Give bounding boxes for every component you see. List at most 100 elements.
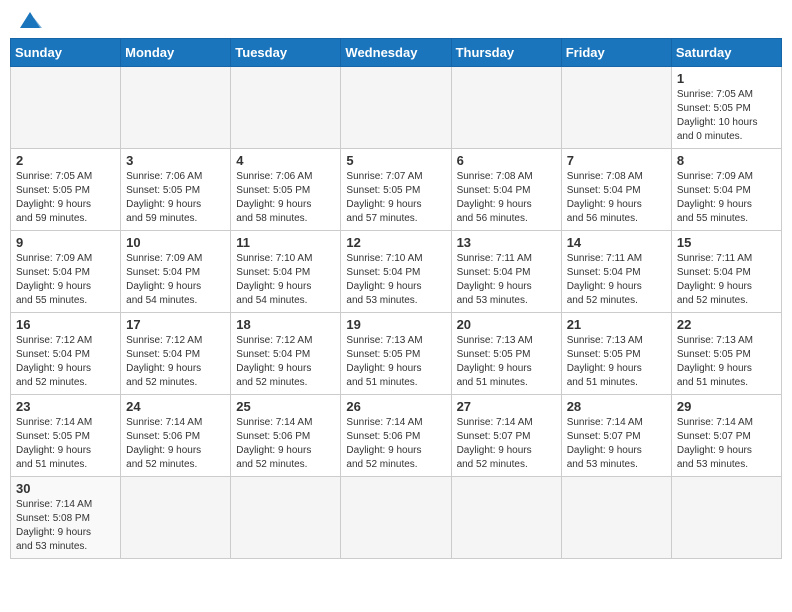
calendar-cell — [341, 477, 451, 559]
calendar-cell — [561, 67, 671, 149]
day-number: 4 — [236, 153, 335, 168]
day-number: 10 — [126, 235, 225, 250]
calendar-cell: 30Sunrise: 7:14 AMSunset: 5:08 PMDayligh… — [11, 477, 121, 559]
calendar: SundayMondayTuesdayWednesdayThursdayFrid… — [10, 38, 782, 559]
calendar-cell — [561, 477, 671, 559]
calendar-week-row: 1 Sunrise: 7:05 AMSunset: 5:05 PMDaylight… — [11, 67, 782, 149]
day-info: Sunrise: 7:12 AMSunset: 5:04 PMDaylight:… — [126, 334, 225, 390]
day-info: Sunrise: 7:11 AMSunset: 5:04 PMDaylight:… — [457, 252, 556, 308]
day-info: Sunrise: 7:06 AMSunset: 5:05 PMDaylight:… — [236, 170, 335, 226]
day-number: 14 — [567, 235, 666, 250]
day-info: Sunrise: 7:09 AMSunset: 5:04 PMDaylight:… — [16, 252, 115, 308]
weekday-header-sunday: Sunday — [11, 39, 121, 67]
day-number: 23 — [16, 399, 115, 414]
day-info: Sunrise: 7:05 AMSunset: 5:05 PMDaylight:… — [16, 170, 115, 226]
day-info: Sunrise: 7:14 AMSunset: 5:05 PMDaylight:… — [16, 416, 115, 472]
calendar-cell: 29 Sunrise: 7:14 AMSunset: 5:07 PMDayligh… — [671, 395, 781, 477]
day-info: Sunrise: 7:08 AMSunset: 5:04 PMDaylight:… — [457, 170, 556, 226]
calendar-week-row: 16Sunrise: 7:12 AMSunset: 5:04 PMDayligh… — [11, 313, 782, 395]
day-info: Sunrise: 7:12 AMSunset: 5:04 PMDaylight:… — [16, 334, 115, 390]
day-number: 2 — [16, 153, 115, 168]
day-number: 13 — [457, 235, 556, 250]
day-info: Sunrise: 7:11 AMSunset: 5:04 PMDaylight:… — [567, 252, 666, 308]
calendar-cell: 7 Sunrise: 7:08 AMSunset: 5:04 PMDaylight… — [561, 149, 671, 231]
calendar-cell: 20 Sunrise: 7:13 AMSunset: 5:05 PMDayligh… — [451, 313, 561, 395]
calendar-cell: 16Sunrise: 7:12 AMSunset: 5:04 PMDayligh… — [11, 313, 121, 395]
calendar-cell: 28Sunrise: 7:14 AMSunset: 5:07 PMDayligh… — [561, 395, 671, 477]
calendar-cell: 11Sunrise: 7:10 AMSunset: 5:04 PMDayligh… — [231, 231, 341, 313]
day-number: 20 — [457, 317, 556, 332]
calendar-header-row: SundayMondayTuesdayWednesdayThursdayFrid… — [11, 39, 782, 67]
day-info: Sunrise: 7:14 AMSunset: 5:06 PMDaylight:… — [236, 416, 335, 472]
day-number: 25 — [236, 399, 335, 414]
weekday-header-thursday: Thursday — [451, 39, 561, 67]
day-number: 12 — [346, 235, 445, 250]
header — [10, 10, 782, 30]
day-info: Sunrise: 7:08 AMSunset: 5:04 PMDaylight:… — [567, 170, 666, 226]
calendar-cell — [11, 67, 121, 149]
calendar-week-row: 2 Sunrise: 7:05 AMSunset: 5:05 PMDaylight… — [11, 149, 782, 231]
day-number: 15 — [677, 235, 776, 250]
calendar-cell: 14 Sunrise: 7:11 AMSunset: 5:04 PMDayligh… — [561, 231, 671, 313]
day-number: 29 — [677, 399, 776, 414]
day-info: Sunrise: 7:14 AMSunset: 5:07 PMDaylight:… — [677, 416, 776, 472]
weekday-header-monday: Monday — [121, 39, 231, 67]
calendar-cell — [231, 477, 341, 559]
calendar-cell — [121, 477, 231, 559]
logo — [14, 10, 44, 30]
calendar-week-row: 23 Sunrise: 7:14 AMSunset: 5:05 PMDayligh… — [11, 395, 782, 477]
day-info: Sunrise: 7:13 AMSunset: 5:05 PMDaylight:… — [457, 334, 556, 390]
calendar-cell: 25 Sunrise: 7:14 AMSunset: 5:06 PMDayligh… — [231, 395, 341, 477]
day-number: 3 — [126, 153, 225, 168]
day-info: Sunrise: 7:12 AMSunset: 5:04 PMDaylight:… — [236, 334, 335, 390]
day-info: Sunrise: 7:13 AMSunset: 5:05 PMDaylight:… — [567, 334, 666, 390]
day-number: 8 — [677, 153, 776, 168]
day-number: 6 — [457, 153, 556, 168]
calendar-cell — [451, 477, 561, 559]
day-number: 1 — [677, 71, 776, 86]
day-info: Sunrise: 7:05 AMSunset: 5:05 PMDaylight:… — [677, 88, 776, 144]
calendar-cell: 9 Sunrise: 7:09 AMSunset: 5:04 PMDaylight… — [11, 231, 121, 313]
calendar-week-row: 30Sunrise: 7:14 AMSunset: 5:08 PMDayligh… — [11, 477, 782, 559]
logo-icon — [16, 10, 44, 32]
weekday-header-wednesday: Wednesday — [341, 39, 451, 67]
calendar-cell: 15Sunrise: 7:11 AMSunset: 5:04 PMDayligh… — [671, 231, 781, 313]
calendar-cell: 10 Sunrise: 7:09 AMSunset: 5:04 PMDayligh… — [121, 231, 231, 313]
day-info: Sunrise: 7:13 AMSunset: 5:05 PMDaylight:… — [346, 334, 445, 390]
day-info: Sunrise: 7:10 AMSunset: 5:04 PMDaylight:… — [346, 252, 445, 308]
day-number: 5 — [346, 153, 445, 168]
day-number: 7 — [567, 153, 666, 168]
day-number: 30 — [16, 481, 115, 496]
calendar-cell: 17 Sunrise: 7:12 AMSunset: 5:04 PMDayligh… — [121, 313, 231, 395]
calendar-cell: 13 Sunrise: 7:11 AMSunset: 5:04 PMDayligh… — [451, 231, 561, 313]
calendar-cell: 26Sunrise: 7:14 AMSunset: 5:06 PMDayligh… — [341, 395, 451, 477]
day-number: 17 — [126, 317, 225, 332]
calendar-cell — [671, 477, 781, 559]
day-number: 9 — [16, 235, 115, 250]
day-info: Sunrise: 7:14 AMSunset: 5:07 PMDaylight:… — [567, 416, 666, 472]
day-info: Sunrise: 7:09 AMSunset: 5:04 PMDaylight:… — [677, 170, 776, 226]
day-info: Sunrise: 7:09 AMSunset: 5:04 PMDaylight:… — [126, 252, 225, 308]
day-number: 19 — [346, 317, 445, 332]
calendar-cell — [451, 67, 561, 149]
day-info: Sunrise: 7:14 AMSunset: 5:06 PMDaylight:… — [126, 416, 225, 472]
calendar-cell: 27Sunrise: 7:14 AMSunset: 5:07 PMDayligh… — [451, 395, 561, 477]
calendar-cell: 2 Sunrise: 7:05 AMSunset: 5:05 PMDaylight… — [11, 149, 121, 231]
calendar-cell: 19 Sunrise: 7:13 AMSunset: 5:05 PMDayligh… — [341, 313, 451, 395]
logo-text — [14, 10, 44, 32]
calendar-cell: 24 Sunrise: 7:14 AMSunset: 5:06 PMDayligh… — [121, 395, 231, 477]
weekday-header-friday: Friday — [561, 39, 671, 67]
day-number: 27 — [457, 399, 556, 414]
day-number: 22 — [677, 317, 776, 332]
calendar-cell: 18 Sunrise: 7:12 AMSunset: 5:04 PMDayligh… — [231, 313, 341, 395]
day-number: 26 — [346, 399, 445, 414]
calendar-cell — [341, 67, 451, 149]
calendar-week-row: 9 Sunrise: 7:09 AMSunset: 5:04 PMDaylight… — [11, 231, 782, 313]
day-number: 24 — [126, 399, 225, 414]
weekday-header-tuesday: Tuesday — [231, 39, 341, 67]
calendar-cell — [121, 67, 231, 149]
day-info: Sunrise: 7:06 AMSunset: 5:05 PMDaylight:… — [126, 170, 225, 226]
calendar-cell: 5Sunrise: 7:07 AMSunset: 5:05 PMDaylight… — [341, 149, 451, 231]
day-number: 18 — [236, 317, 335, 332]
calendar-cell: 3 Sunrise: 7:06 AMSunset: 5:05 PMDaylight… — [121, 149, 231, 231]
